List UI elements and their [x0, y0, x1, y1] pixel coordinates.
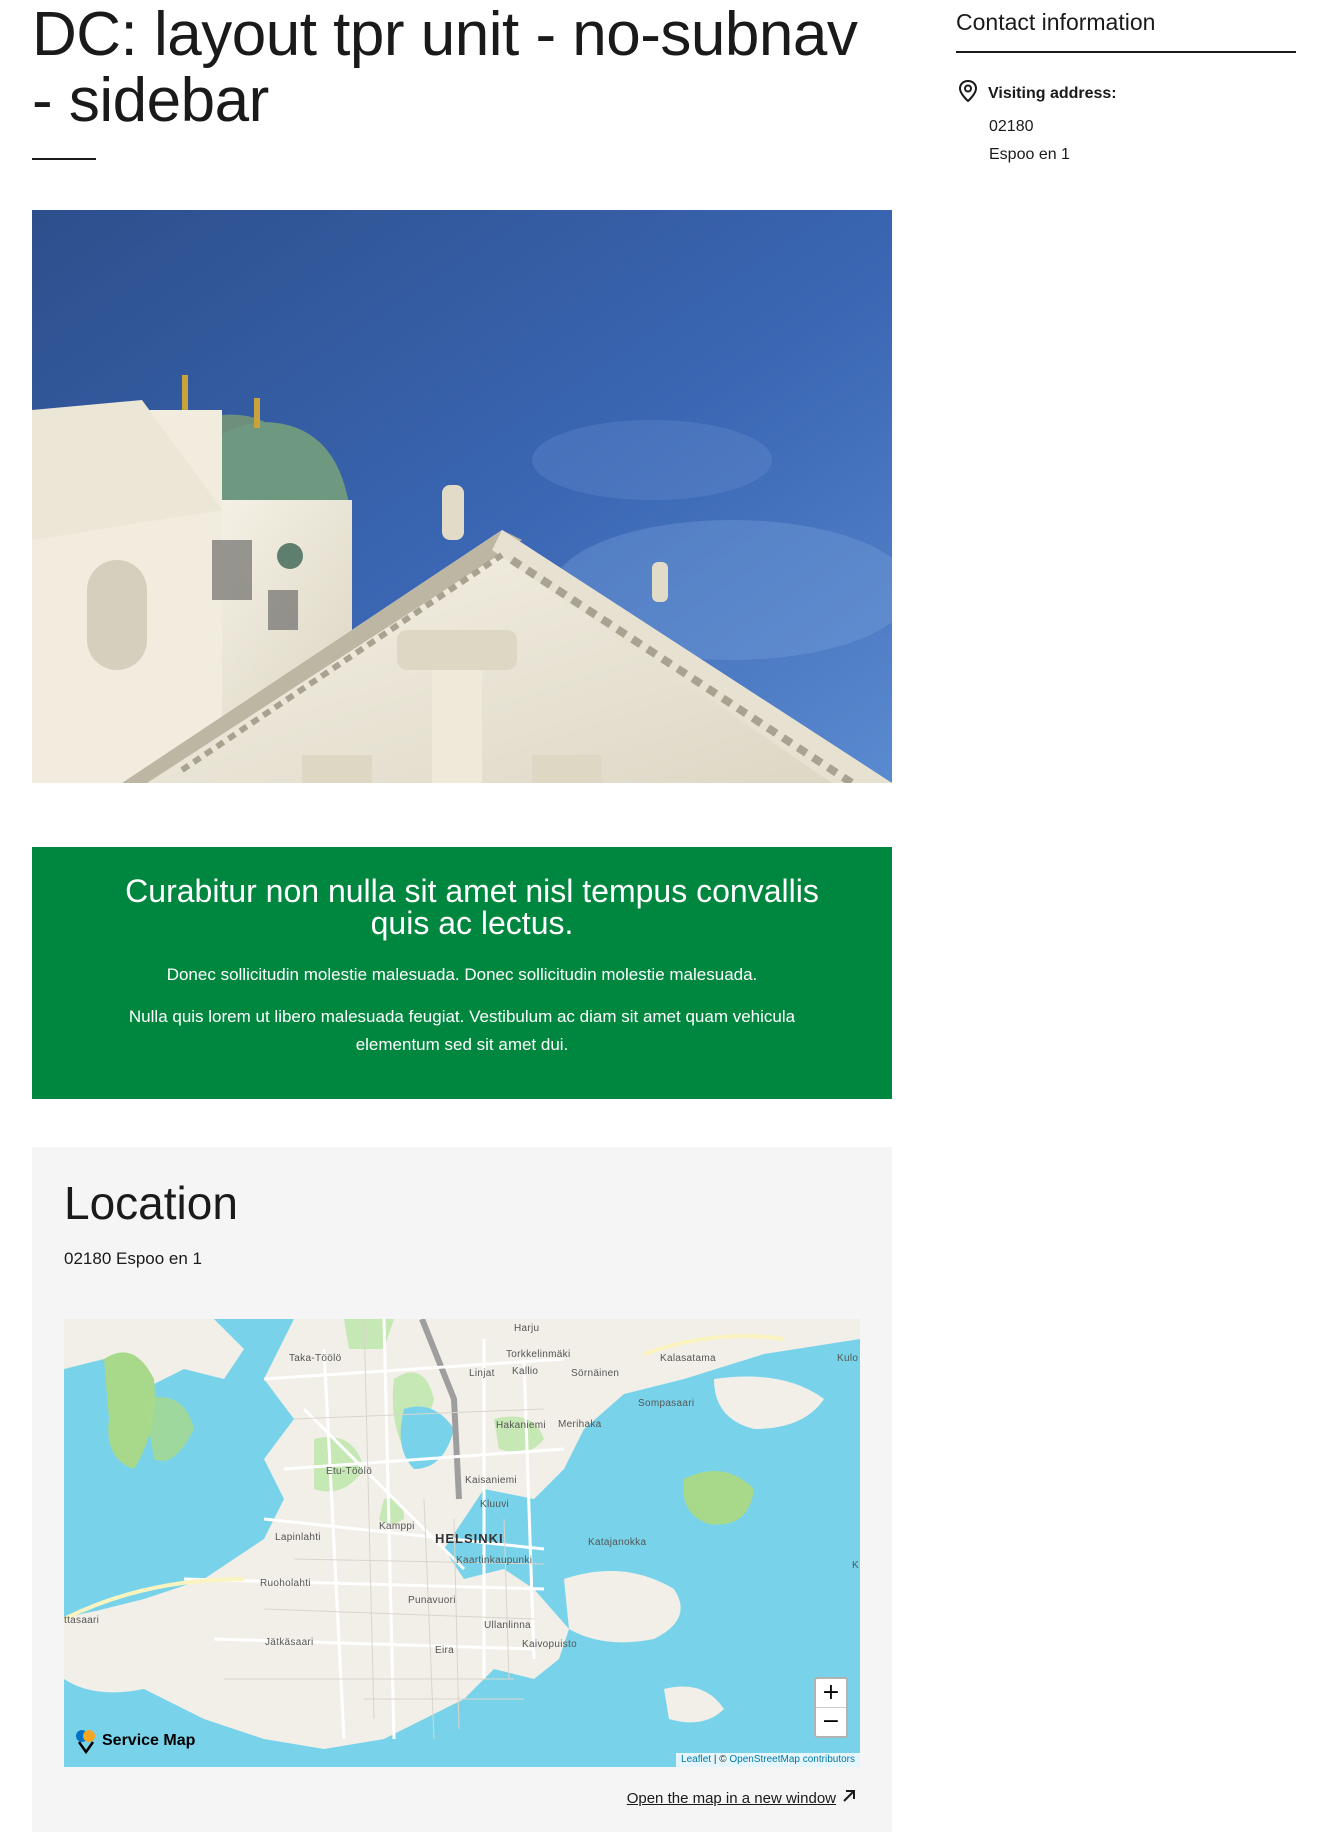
map-label: Merihaka: [558, 1419, 602, 1430]
location-pin-icon: [958, 79, 978, 107]
map-label: Kulo: [837, 1353, 859, 1364]
service-map-logo: Service Map: [74, 1728, 195, 1754]
open-map-link-text: Open the map in a new window: [626, 1789, 836, 1807]
map-label: K: [852, 1560, 859, 1571]
attribution-separator: | ©: [711, 1754, 730, 1765]
open-map-link[interactable]: Open the map in a new window: [627, 1789, 856, 1807]
map-label: Kluuvi: [480, 1499, 510, 1510]
osm-link[interactable]: OpenStreetMap contributors: [729, 1754, 855, 1765]
map-label: Torkkelinmäki: [506, 1349, 571, 1360]
map-label: Hakaniemi: [496, 1420, 546, 1431]
map-attribution: Leaflet | © OpenStreetMap contributors: [676, 1753, 860, 1767]
service-map-logo-icon: [74, 1728, 98, 1754]
contact-divider: [956, 51, 1296, 53]
location-section: Location 02180 Espoo en 1 Harju Taka-Töö…: [32, 1147, 892, 1832]
map-label: Punavuori: [408, 1595, 456, 1606]
zoom-out-button[interactable]: −: [816, 1707, 846, 1736]
map-label: Kaartinkaupunki: [456, 1555, 533, 1566]
map-label: Etu-Töölö: [326, 1466, 373, 1477]
banner-title: Curabitur non nulla sit amet nisl tempus…: [125, 873, 819, 941]
arrow-up-right-icon: [842, 1789, 856, 1807]
map-label: Eira: [435, 1645, 454, 1656]
map[interactable]: Harju Taka-Töölö Torkkelinmäki Linjat Ka…: [64, 1319, 860, 1767]
map-label: Harju: [514, 1323, 540, 1334]
map-label: ttasaari: [64, 1615, 100, 1626]
map-label: Sompasaari: [638, 1398, 695, 1409]
map-label: Kalasatama: [660, 1353, 716, 1364]
map-label: Kaivopuisto: [522, 1639, 577, 1650]
map-label: Sörnäinen: [571, 1368, 620, 1379]
leaflet-link[interactable]: Leaflet: [681, 1754, 711, 1765]
visiting-address-heading: Visiting address:: [958, 79, 1117, 107]
page-title: DC: layout tpr unit - no-subnav - sideba…: [32, 0, 858, 135]
title-divider: [32, 158, 96, 160]
highlight-banner: Curabitur non nulla sit amet nisl tempus…: [32, 847, 892, 1099]
map-label: Taka-Töölö: [289, 1353, 342, 1364]
map-label: Kallio: [512, 1366, 539, 1377]
map-label: Ruoholahti: [260, 1578, 311, 1589]
zoom-in-button[interactable]: +: [816, 1679, 846, 1707]
visiting-city-line: Espoo en 1: [989, 146, 1070, 163]
hero-image: [32, 210, 892, 783]
service-map-logo-text: Service Map: [102, 1732, 196, 1749]
map-label: Katajanokka: [588, 1537, 647, 1548]
map-label: Jätkäsaari: [265, 1637, 314, 1648]
map-label: Ullanlinna: [484, 1620, 531, 1631]
banner-paragraph: Donec sollicitudin molestie malesuada. D…: [166, 965, 758, 984]
map-zoom-control: + −: [814, 1677, 848, 1738]
location-title: Location: [64, 1177, 238, 1229]
map-label: Lapinlahti: [275, 1532, 321, 1543]
map-label-city: HELSINKI: [435, 1531, 504, 1546]
contact-info-title: Contact information: [956, 9, 1156, 35]
location-address: 02180 Espoo en 1: [64, 1249, 203, 1268]
map-label: Linjat: [469, 1368, 495, 1379]
visiting-postal-code: 02180: [989, 118, 1034, 135]
map-label: Kaisaniemi: [465, 1475, 517, 1486]
map-label: Kamppi: [379, 1521, 415, 1532]
banner-paragraph: Nulla quis lorem ut libero malesuada feu…: [128, 1007, 796, 1054]
visiting-address-label: Visiting address:: [988, 84, 1117, 102]
